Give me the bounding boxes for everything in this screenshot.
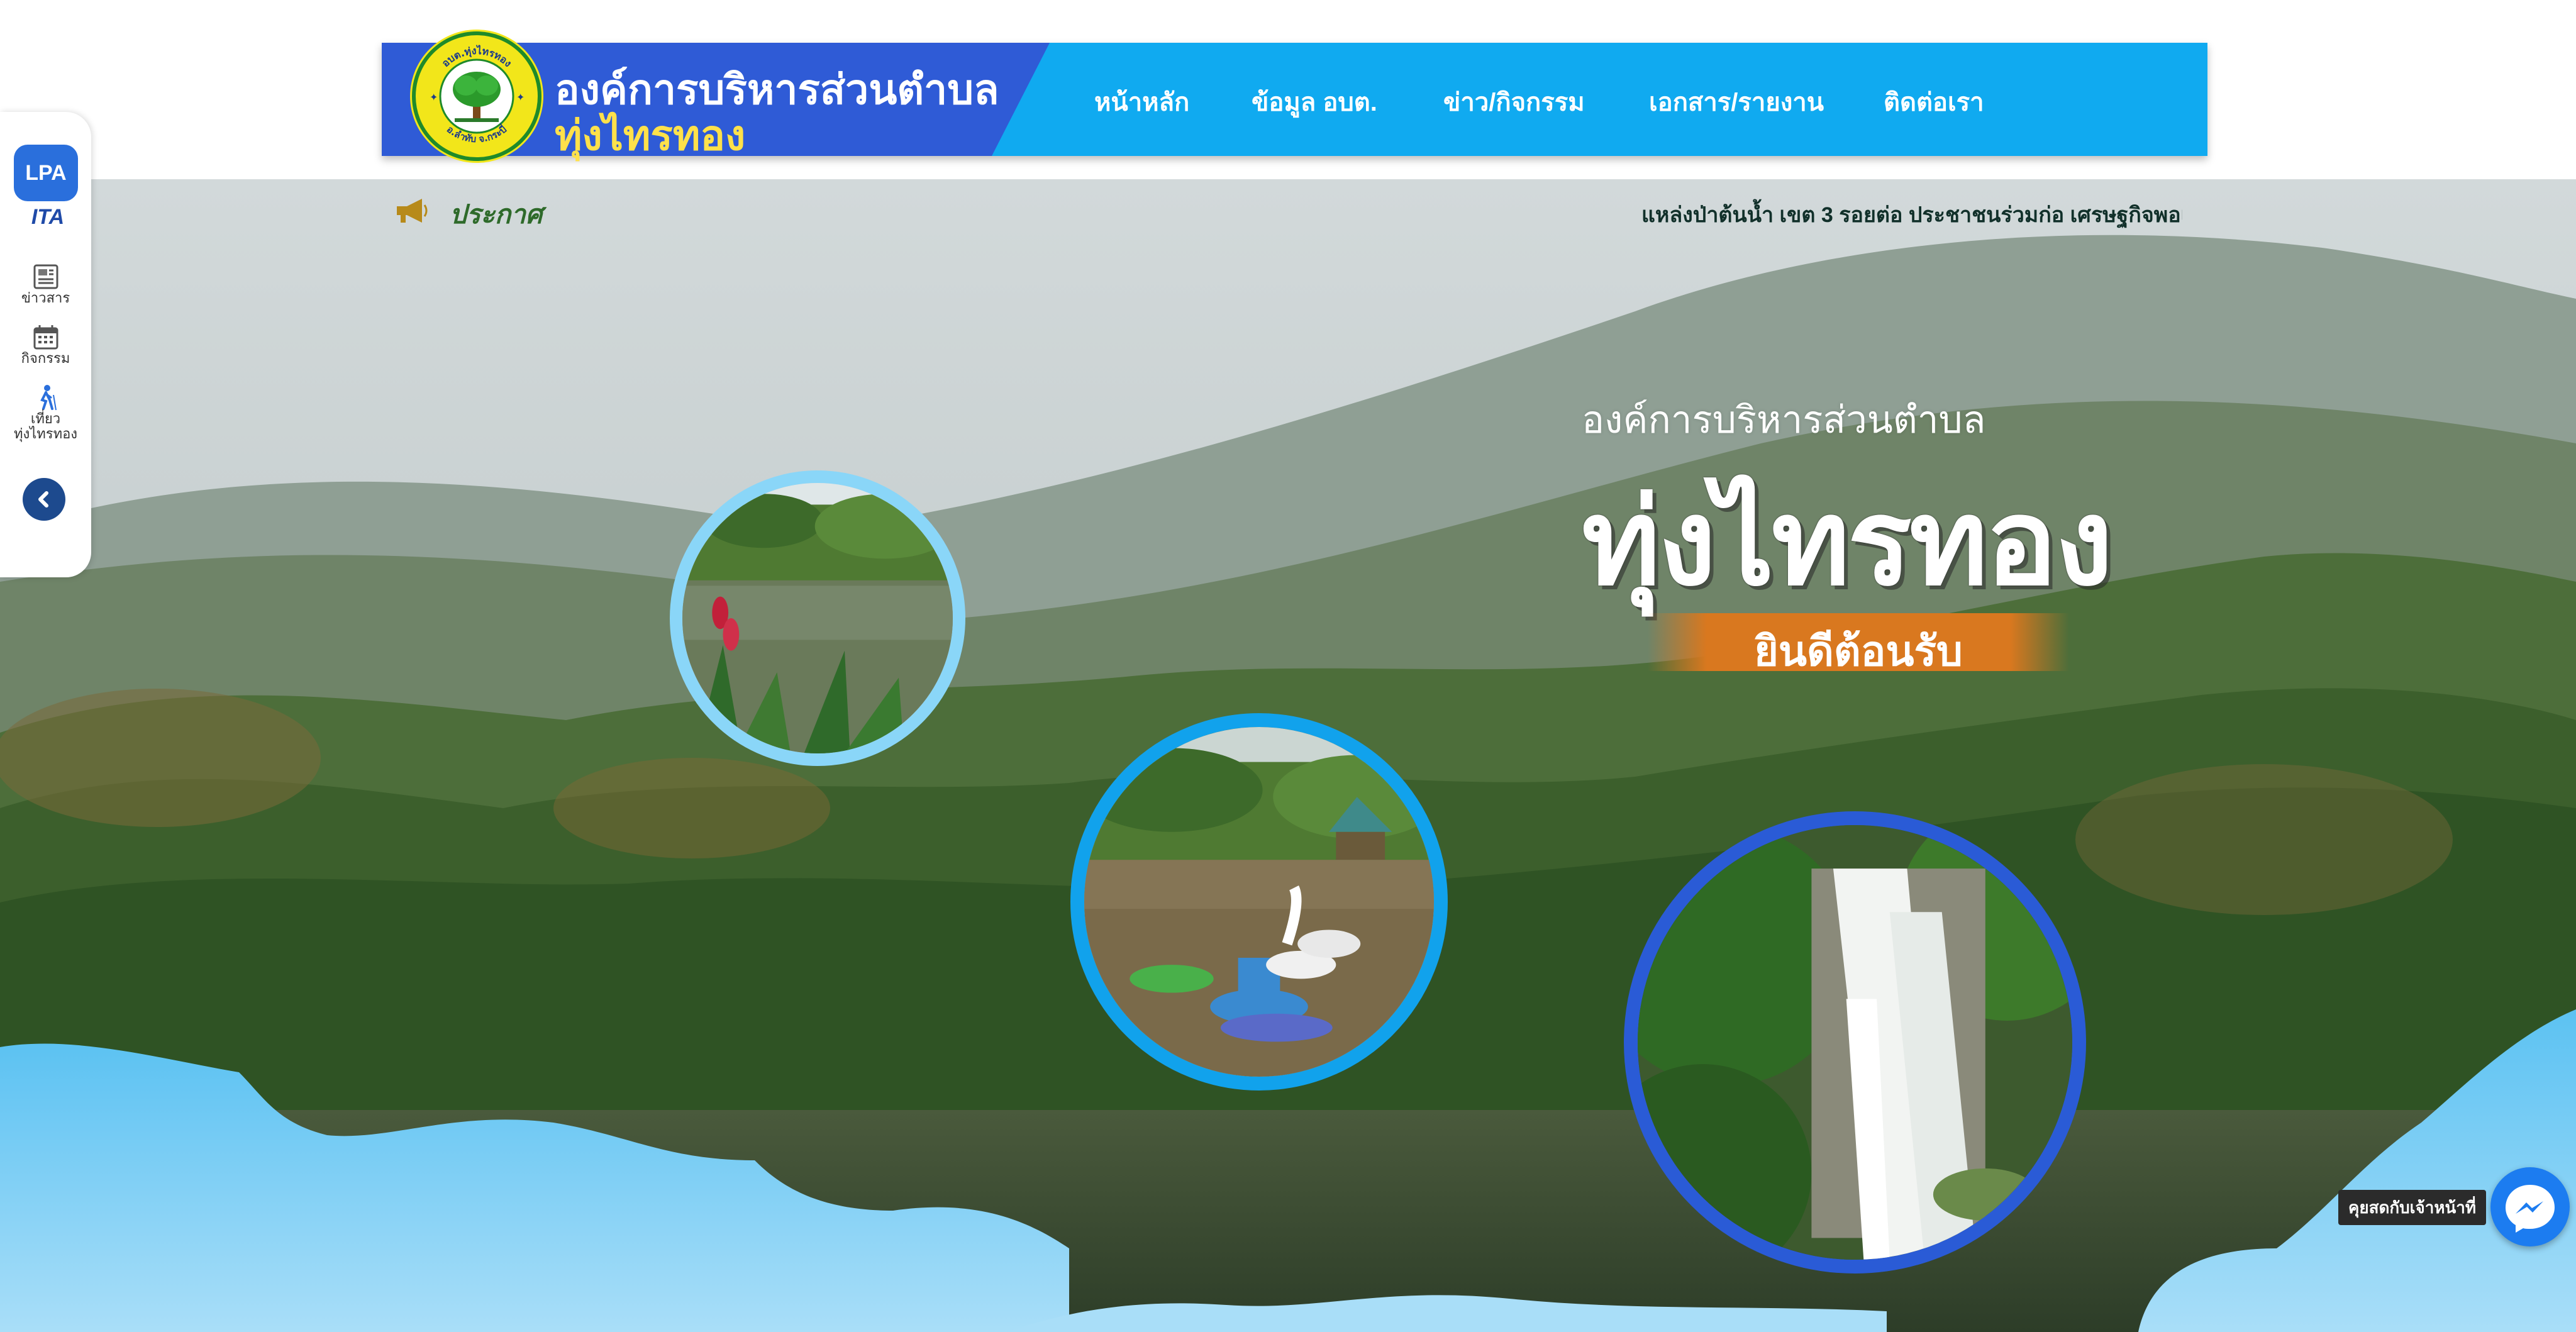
- sidebar-item-activities[interactable]: กิจกรรม: [0, 323, 91, 366]
- hiker-icon: [40, 385, 57, 411]
- announcement-ticker[interactable]: แหล่งป่าต้นน้ำ เขต 3 รอยต่อ ประชาชนร่วมก…: [1641, 197, 2182, 231]
- calendar-icon: [33, 325, 58, 350]
- nav-documents[interactable]: เอกสาร/รายงาน: [1649, 82, 1824, 122]
- org-name: ทุ่งไทรทอง: [555, 112, 746, 158]
- live-chat-button[interactable]: [2490, 1167, 2570, 1246]
- swan-boats-photo: [1084, 727, 1434, 1077]
- sidebar-item-travel[interactable]: เที่ยว ทุ่งไทรทอง: [0, 384, 91, 441]
- live-chat-label[interactable]: คุยสดกับเจ้าหน้าที่: [2338, 1190, 2486, 1225]
- hero-heading: องค์การบริหารส่วนตำบล ทุ่งไทรทอง: [1582, 390, 2113, 609]
- welcome-text: ยินดีต้อนรับ: [1754, 628, 1963, 674]
- nav-about[interactable]: ข้อมูล อบต.: [1252, 82, 1377, 122]
- waterfall-photo: [1638, 825, 2072, 1260]
- announcement-label: ประกาศ: [450, 199, 543, 229]
- photo-waterfall: [1624, 811, 2086, 1274]
- org-logo[interactable]: อบต.ทุ่งไทรทอง อ.ลำทับ จ.กระบี่ ✦ ✦: [412, 31, 541, 161]
- svg-text:✦: ✦: [430, 91, 438, 103]
- sidebar-item-label: เที่ยว: [30, 411, 61, 426]
- sidebar-item-label: ข่าวสาร: [21, 290, 70, 306]
- tree-emblem-icon: อบต.ทุ่งไทรทอง อ.ลำทับ จ.กระบี่ ✦ ✦: [421, 41, 532, 152]
- ita-button[interactable]: ITA: [23, 205, 73, 230]
- sidebar-collapse-button[interactable]: [23, 478, 65, 521]
- megaphone-icon: [397, 199, 428, 223]
- hero-title: ทุ่งไทรทอง: [1582, 476, 2113, 609]
- sidebar-item-news[interactable]: ข่าวสาร: [0, 263, 91, 306]
- newspaper-icon: [33, 264, 58, 289]
- photo-pond-flowers: [670, 470, 965, 766]
- welcome-banner: ยินดีต้อนรับ: [1648, 613, 2069, 674]
- sidebar-item-label: ทุ่งไทรทอง: [13, 426, 78, 441]
- announcement-bar: ประกาศ แหล่งป่าต้นน้ำ เขต 3 รอยต่อ ประชา…: [393, 189, 2182, 233]
- chevron-left-icon: [38, 491, 48, 508]
- messenger-icon: [2506, 1185, 2555, 1233]
- hero-pre-title: องค์การบริหารส่วนตำบล: [1582, 399, 1986, 441]
- site-header: อบต.ทุ่งไทรทอง อ.ลำทับ จ.กระบี่ ✦ ✦ องค์…: [382, 31, 2207, 161]
- photo-swan-boats: [1070, 713, 1448, 1091]
- svg-text:✦: ✦: [516, 91, 525, 103]
- nav-contact[interactable]: ติดต่อเรา: [1884, 82, 1984, 122]
- quick-access-sidebar: LPA ITA ข่าวสาร กิจกรรม เที่ยว ทุ่งไทรทอ…: [0, 112, 91, 577]
- lpa-button[interactable]: LPA: [14, 145, 78, 201]
- pond-photo: [682, 483, 953, 753]
- nav-home[interactable]: หน้าหลัก: [1094, 82, 1189, 122]
- nav-news[interactable]: ข่าว/กิจกรรม: [1443, 82, 1585, 122]
- sidebar-item-label: กิจกรรม: [21, 350, 70, 366]
